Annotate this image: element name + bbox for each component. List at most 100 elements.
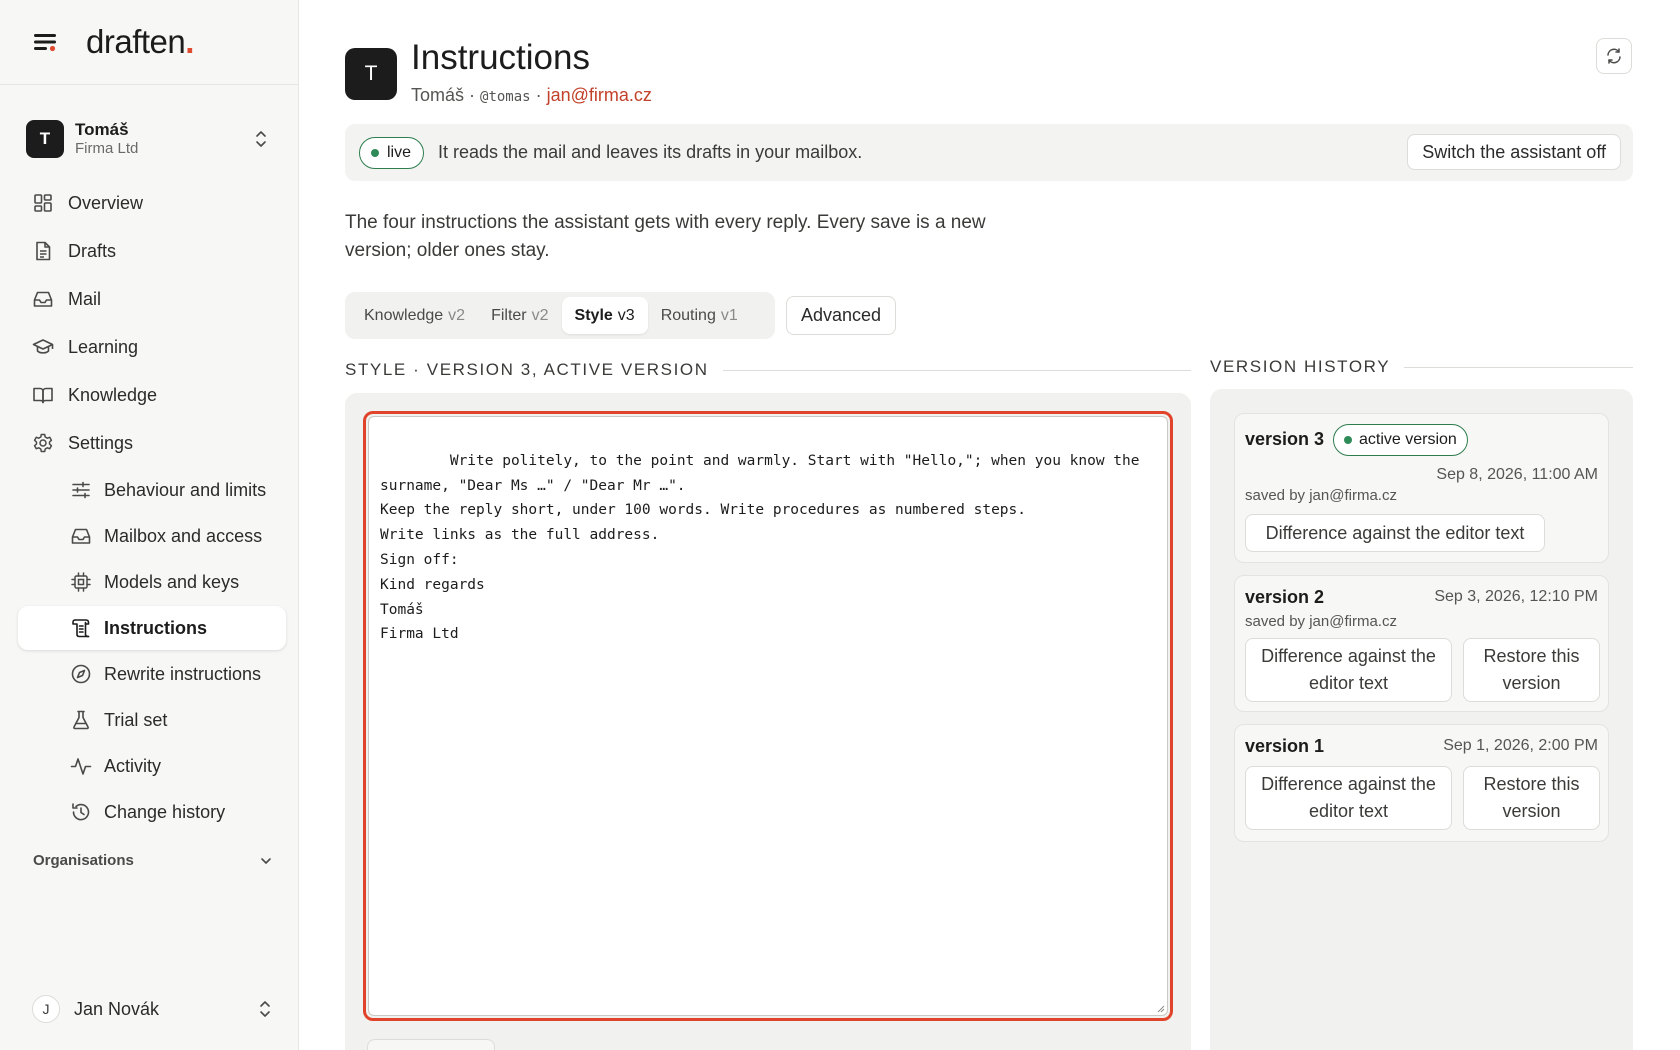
nav-label-behaviour: Behaviour and limits: [104, 479, 267, 500]
logo-text: draften: [86, 23, 186, 60]
active-dot: [1344, 436, 1352, 444]
nav-label-settings: Settings: [68, 432, 134, 453]
nav-subitem-change-history[interactable]: Change history: [18, 790, 286, 834]
diff-button[interactable]: Difference against the editor text: [1245, 638, 1452, 702]
nav-item-overview[interactable]: Overview: [18, 180, 286, 226]
switch-assistant-off-button[interactable]: Switch the assistant off: [1407, 134, 1621, 170]
nav-item-knowledge[interactable]: Knowledge: [18, 372, 286, 418]
document-icon: [36, 241, 51, 261]
account-name: Tomáš: [75, 120, 129, 139]
tab-style[interactable]: Style v3: [561, 297, 648, 334]
nav-subitem-trial[interactable]: Trial set: [18, 698, 286, 742]
version-date: Sep 8, 2026, 11:00 AM: [1436, 466, 1598, 483]
live-badge: live: [359, 136, 425, 169]
instruction-tabs: Knowledge v2 Filter v2 Style v3 Routing v1: [345, 292, 775, 339]
nav-subitem-instructions[interactable]: Instructions: [18, 606, 286, 650]
sidebar: draften. T Tomáš Firma Ltd Overview Draf: [0, 0, 299, 1050]
logo[interactable]: draften.: [86, 23, 194, 61]
version-card: version 1 Sep 1, 2026, 2:00 PM Differenc…: [1234, 724, 1609, 842]
refresh-icon: [1607, 48, 1621, 64]
sliders-icon: [72, 481, 90, 499]
compass-icon: [71, 664, 91, 684]
user-menu[interactable]: J Jan Novák: [32, 994, 276, 1024]
nav-label-change-history: Change history: [104, 801, 226, 822]
tab-filter[interactable]: Filter v2: [478, 297, 561, 334]
nav-subitem-mailbox[interactable]: Mailbox and access: [18, 514, 286, 558]
heading-rule: [722, 369, 1191, 371]
gear-icon: [33, 433, 53, 453]
chevron-up-down-icon: [260, 1001, 270, 1017]
nav-subitem-models[interactable]: Models and keys: [18, 560, 286, 604]
nav-item-mail[interactable]: Mail: [18, 276, 286, 322]
organisations-toggle[interactable]: Organisations: [33, 852, 273, 869]
organisations-label: Organisations: [33, 852, 134, 869]
nav-subitem-rewrite[interactable]: Rewrite instructions: [18, 652, 286, 696]
instruction-editor[interactable]: Write politely, to the point and warmly.…: [368, 416, 1168, 1016]
diff-button[interactable]: Difference against the editor text: [1245, 514, 1545, 552]
chevron-up-down-icon: [256, 131, 266, 147]
version-name: version 3: [1245, 429, 1325, 449]
editor-action-button[interactable]: [367, 1039, 495, 1050]
version-date: Sep 3, 2026, 12:10 PM: [1434, 588, 1598, 605]
version-history-panel: version 3 active version Sep 8, 2026, 11…: [1210, 389, 1633, 1050]
main-content: T Instructions Tomáš · @tomas · jan@firm…: [300, 0, 1680, 1050]
scroll-icon: [72, 619, 90, 638]
account-org: Firma Ltd: [75, 140, 139, 158]
nav-label-models: Models and keys: [104, 571, 240, 592]
flask-icon: [73, 710, 89, 730]
editor-heading: STYLE · VERSION 3, ACTIVE VERSION: [345, 360, 1191, 380]
tab-label: Routing: [660, 306, 716, 324]
nav-label-knowledge: Knowledge: [68, 384, 158, 405]
chip-icon: [71, 572, 91, 592]
tab-version: v3: [617, 306, 635, 324]
page-title: Instructions: [411, 38, 590, 77]
history-heading-text: VERSION HISTORY: [1210, 357, 1391, 376]
user-name: Jan Novák: [74, 998, 160, 1019]
owner-email[interactable]: jan@firma.cz: [547, 85, 652, 105]
refresh-button[interactable]: [1596, 38, 1632, 74]
tab-label: Filter: [491, 306, 527, 324]
pulse-icon: [70, 758, 92, 775]
tab-version: v1: [720, 306, 738, 324]
live-label: live: [387, 143, 412, 161]
owner-handle: @tomas: [480, 89, 531, 105]
tab-routing[interactable]: Routing v1: [648, 297, 751, 334]
editor-panel: Write politely, to the point and warmly.…: [345, 393, 1191, 1050]
nav-subitem-activity[interactable]: Activity: [18, 744, 286, 788]
nav-subitem-behaviour[interactable]: Behaviour and limits: [18, 468, 286, 512]
editor-text: Write politely, to the point and warmly.…: [380, 452, 1140, 643]
heading-rule: [1404, 366, 1633, 368]
advanced-button[interactable]: Advanced: [786, 296, 897, 335]
restore-version-button[interactable]: Restore this version: [1463, 766, 1600, 830]
editor-focus-ring: Write politely, to the point and warmly.…: [363, 411, 1173, 1021]
tab-version: v2: [448, 306, 466, 324]
nav-label-overview: Overview: [68, 192, 144, 213]
account-avatar: T: [26, 120, 64, 158]
active-version-label: active version: [1359, 431, 1457, 448]
nav-label-mailbox: Mailbox and access: [104, 525, 263, 546]
version-name: version 2: [1245, 587, 1325, 607]
tab-version: v2: [531, 306, 549, 324]
brand-bar: draften.: [0, 0, 298, 85]
history-icon: [72, 803, 90, 821]
diff-button[interactable]: Difference against the editor text: [1245, 766, 1452, 830]
active-version-badge: active version: [1333, 424, 1468, 456]
tab-knowledge[interactable]: Knowledge v2: [351, 297, 478, 334]
menu-icon[interactable]: [32, 30, 60, 54]
nav-item-settings[interactable]: Settings: [18, 420, 286, 466]
live-dot: [371, 148, 379, 157]
restore-version-button[interactable]: Restore this version: [1463, 638, 1600, 702]
account-switcher[interactable]: T Tomáš Firma Ltd: [26, 118, 276, 160]
status-text: It reads the mail and leaves its drafts …: [438, 142, 863, 162]
version-card: version 2 Sep 3, 2026, 12:10 PM saved by…: [1234, 575, 1609, 712]
nav-label-trial: Trial set: [104, 709, 168, 730]
version-card: version 3 active version Sep 8, 2026, 11…: [1234, 413, 1609, 563]
history-heading: VERSION HISTORY: [1210, 357, 1633, 377]
version-saved-by: saved by jan@firma.cz: [1245, 487, 1397, 504]
version-saved-by: saved by jan@firma.cz: [1245, 613, 1397, 630]
resize-grip-icon[interactable]: [1155, 1003, 1165, 1013]
nav-item-drafts[interactable]: Drafts: [18, 228, 286, 274]
version-date: Sep 1, 2026, 2:00 PM: [1443, 737, 1598, 754]
nav-item-learning[interactable]: Learning: [18, 324, 286, 370]
tab-label: Style: [574, 306, 613, 324]
